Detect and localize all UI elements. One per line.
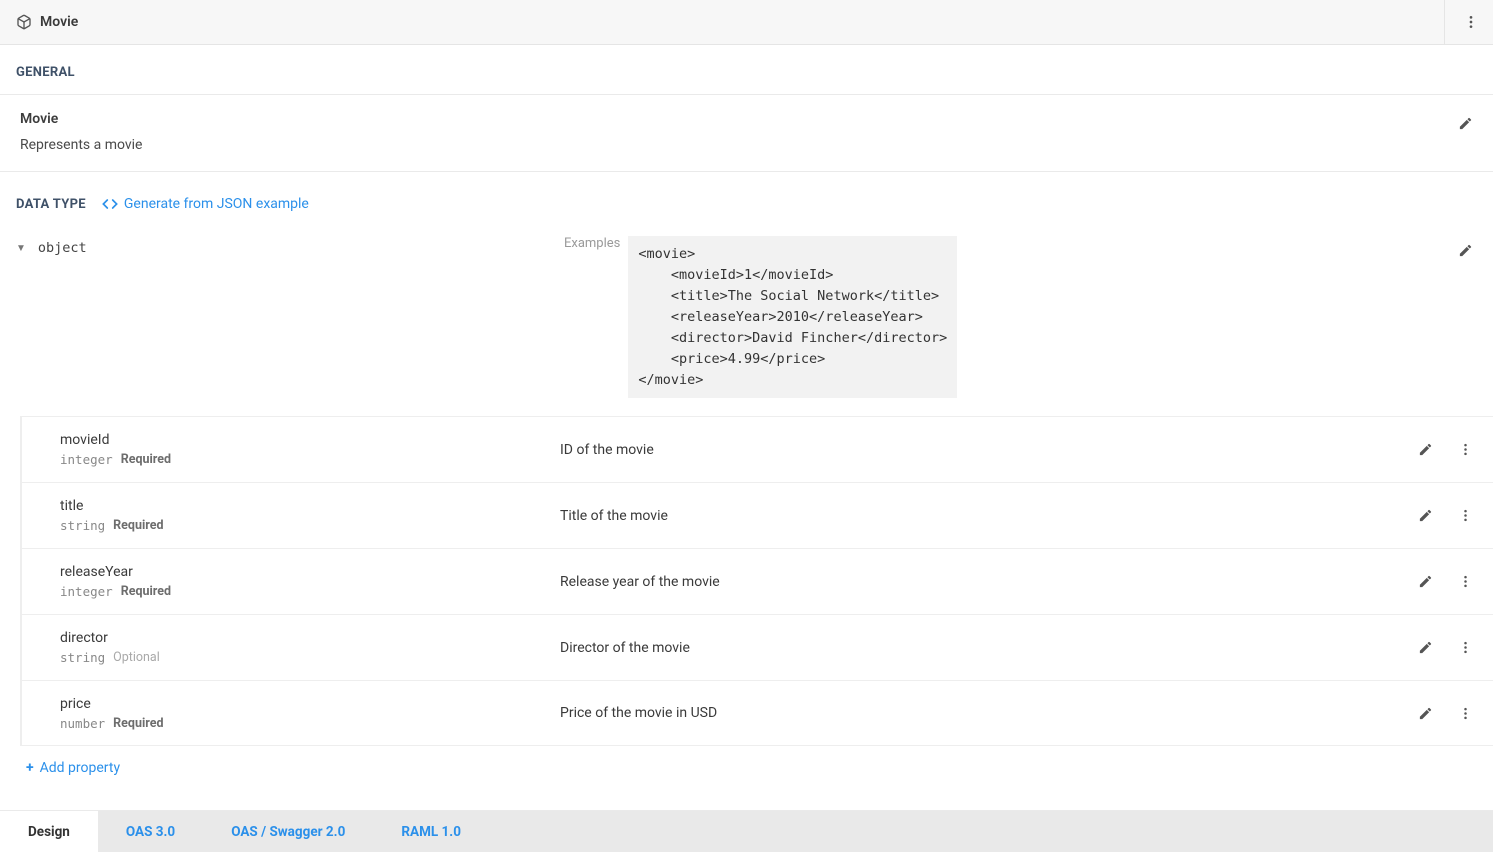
edit-object-button[interactable] [1453,238,1477,262]
property-more-button[interactable] [1453,701,1477,725]
example-code-block: <movie> <movieId>1</movieId> <title>The … [628,236,957,398]
tab-raml-1-0[interactable]: RAML 1.0 [373,811,489,852]
type-name: Movie [20,111,142,127]
footer-tabs: DesignOAS 3.0OAS / Swagger 2.0RAML 1.0 [0,810,1493,852]
required-badge: Required [113,518,163,533]
edit-property-button[interactable] [1413,504,1437,528]
property-name: title [60,498,540,514]
collapse-caret-icon[interactable]: ▼ [16,243,26,254]
generate-from-json-link[interactable]: Generate from JSON example [102,196,309,212]
object-type-label: object [38,240,87,256]
property-row: releaseYear integer Required Release year o… [22,548,1493,614]
required-badge: Required [121,452,171,467]
page-header: Movie [0,0,1493,45]
tab-oas-3-0[interactable]: OAS 3.0 [98,811,203,852]
property-name: director [60,630,540,646]
edit-property-button[interactable] [1413,438,1437,462]
property-row: title string Required Title of the movie [22,482,1493,548]
property-name: movieId [60,432,540,448]
tab-oas-swagger-2-0[interactable]: OAS / Swagger 2.0 [203,811,373,852]
general-card: Movie Represents a movie [0,94,1493,172]
property-description: Director of the movie [560,640,690,656]
property-type: number [60,716,105,731]
plus-icon: + [26,760,34,776]
property-type: integer [60,584,113,599]
edit-property-button[interactable] [1413,701,1437,725]
property-row: director string Optional Director of the mo… [22,614,1493,680]
required-badge: Required [121,584,171,599]
property-more-button[interactable] [1453,504,1477,528]
tab-design[interactable]: Design [0,811,98,852]
edit-property-button[interactable] [1413,570,1437,594]
datatype-section-label: DATA TYPE [16,197,86,212]
examples-label: Examples [564,236,620,251]
required-badge: Required [113,716,163,731]
general-section-label: GENERAL [0,45,1493,94]
edit-property-button[interactable] [1413,636,1437,660]
property-row: movieId integer Required ID of the movie [22,416,1493,482]
property-type: string [60,518,105,533]
property-description: ID of the movie [560,442,654,458]
type-description: Represents a movie [20,137,142,153]
property-more-button[interactable] [1453,570,1477,594]
optional-badge: Optional [113,650,160,665]
cube-icon [16,14,32,30]
property-description: Price of the movie in USD [560,705,717,721]
add-property-button[interactable]: + Add property [26,760,120,776]
property-name: price [60,696,540,712]
property-description: Release year of the movie [560,574,720,590]
edit-general-button[interactable] [1453,111,1477,135]
property-more-button[interactable] [1453,438,1477,462]
more-menu-button[interactable] [1459,10,1483,34]
property-more-button[interactable] [1453,636,1477,660]
property-row: price number Required Price of the movie in… [22,680,1493,746]
property-description: Title of the movie [560,508,668,524]
property-type: integer [60,452,113,467]
property-name: releaseYear [60,564,540,580]
code-icon [102,196,118,212]
page-title: Movie [40,14,78,30]
object-type-row: ▼ object Examples <movie> <movieId>1</mo… [0,226,1493,398]
property-type: string [60,650,105,665]
